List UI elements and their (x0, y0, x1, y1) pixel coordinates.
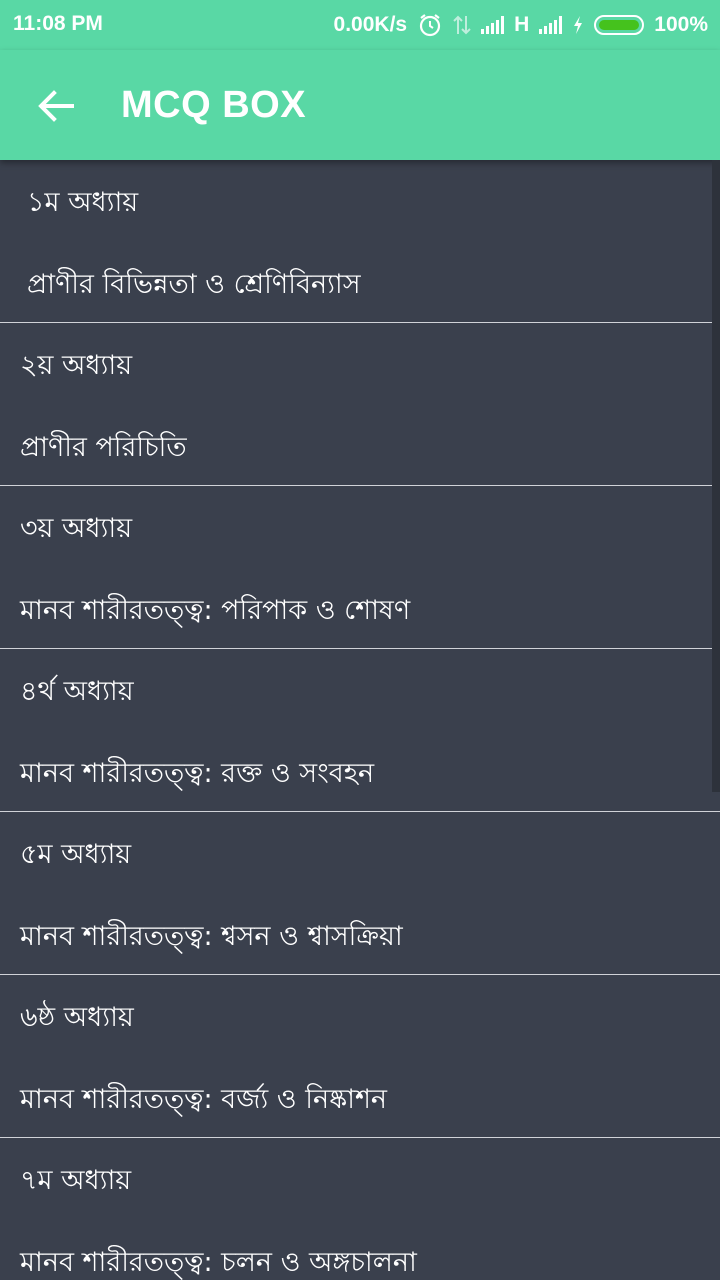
list-item[interactable]: ৬ষ্ঠ অধ্যায় মানব শারীরতত্ত্ব: বর্জ্য ও … (0, 975, 720, 1138)
chapter-title: মানব শারীরতত্ত্ব: রক্ত ও সংবহন (20, 758, 375, 789)
network-type: H (514, 13, 530, 36)
list-item[interactable]: ২য় অধ্যায় প্রাণীর পরিচিতি (0, 323, 720, 486)
chapter-title: প্রাণীর পরিচিতি (20, 432, 187, 463)
chapter-number: ২য় অধ্যায় (20, 350, 133, 381)
list-item[interactable]: ৩য় অধ্যায় মানব শারীরতত্ত্ব: পরিপাক ও শ… (0, 486, 720, 649)
status-icons: 0.00K/s H 100% (334, 12, 708, 38)
chapter-number: ৭ম অধ্যায় (20, 1165, 132, 1196)
list-item[interactable]: ৭ম অধ্যায় মানব শারীরতত্ত্ব: চলন ও অঙ্গচ… (0, 1138, 720, 1280)
chapter-title: মানব শারীরতত্ত্ব: বর্জ্য ও নিষ্কাশন (20, 1084, 388, 1115)
alarm-icon (420, 14, 441, 37)
data-transfer-icon (453, 15, 471, 35)
chapter-title: প্রাণীর বিভিন্নতা ও শ্রেণিবিন্যাস (27, 269, 361, 300)
list-item[interactable]: ১ম অধ্যায় প্রাণীর বিভিন্নতা ও শ্রেণিবিন… (0, 160, 720, 323)
chapter-title: মানব শারীরতত্ত্ব: চলন ও অঙ্গচালনা (20, 1247, 417, 1278)
chapter-number: ৫ম অধ্যায় (20, 839, 132, 870)
list-item[interactable]: ৪র্থ অধ্যায় মানব শারীরতত্ত্ব: রক্ত ও সং… (0, 649, 720, 812)
chapter-list: ১ম অধ্যায় প্রাণীর বিভিন্নতা ও শ্রেণিবিন… (0, 160, 720, 1280)
chapter-number: ৬ষ্ঠ অধ্যায় (20, 1002, 134, 1033)
chapter-title: মানব শারীরতত্ত্ব: শ্বসন ও শ্বাসক্রিয়া (20, 921, 403, 952)
status-time: 11:08 PM (13, 12, 103, 35)
signal-icon-2 (539, 16, 563, 34)
chapter-number: ৩য় অধ্যায় (20, 513, 133, 544)
chapter-number: ৪র্থ অধ্যায় (20, 676, 134, 707)
charging-icon (574, 16, 583, 34)
battery-percent: 100% (654, 13, 708, 36)
arrow-left-icon (38, 90, 74, 122)
status-bar: 11:08 PM 0.00K/s H 100% (0, 0, 720, 50)
app-bar: MCQ BOX (0, 50, 720, 160)
chapter-title: মানব শারীরতত্ত্ব: পরিপাক ও শোষণ (20, 595, 411, 626)
net-speed: 0.00K/s (333, 13, 408, 36)
battery-icon (594, 15, 645, 35)
chapter-number: ১ম অধ্যায় (27, 187, 139, 218)
signal-icon (481, 16, 505, 34)
list-item[interactable]: ৫ম অধ্যায় মানব শারীরতত্ত্ব: শ্বসন ও শ্ব… (0, 812, 720, 975)
back-button[interactable] (30, 80, 82, 132)
page-title: MCQ BOX (121, 84, 307, 126)
scrollbar[interactable] (712, 160, 720, 792)
